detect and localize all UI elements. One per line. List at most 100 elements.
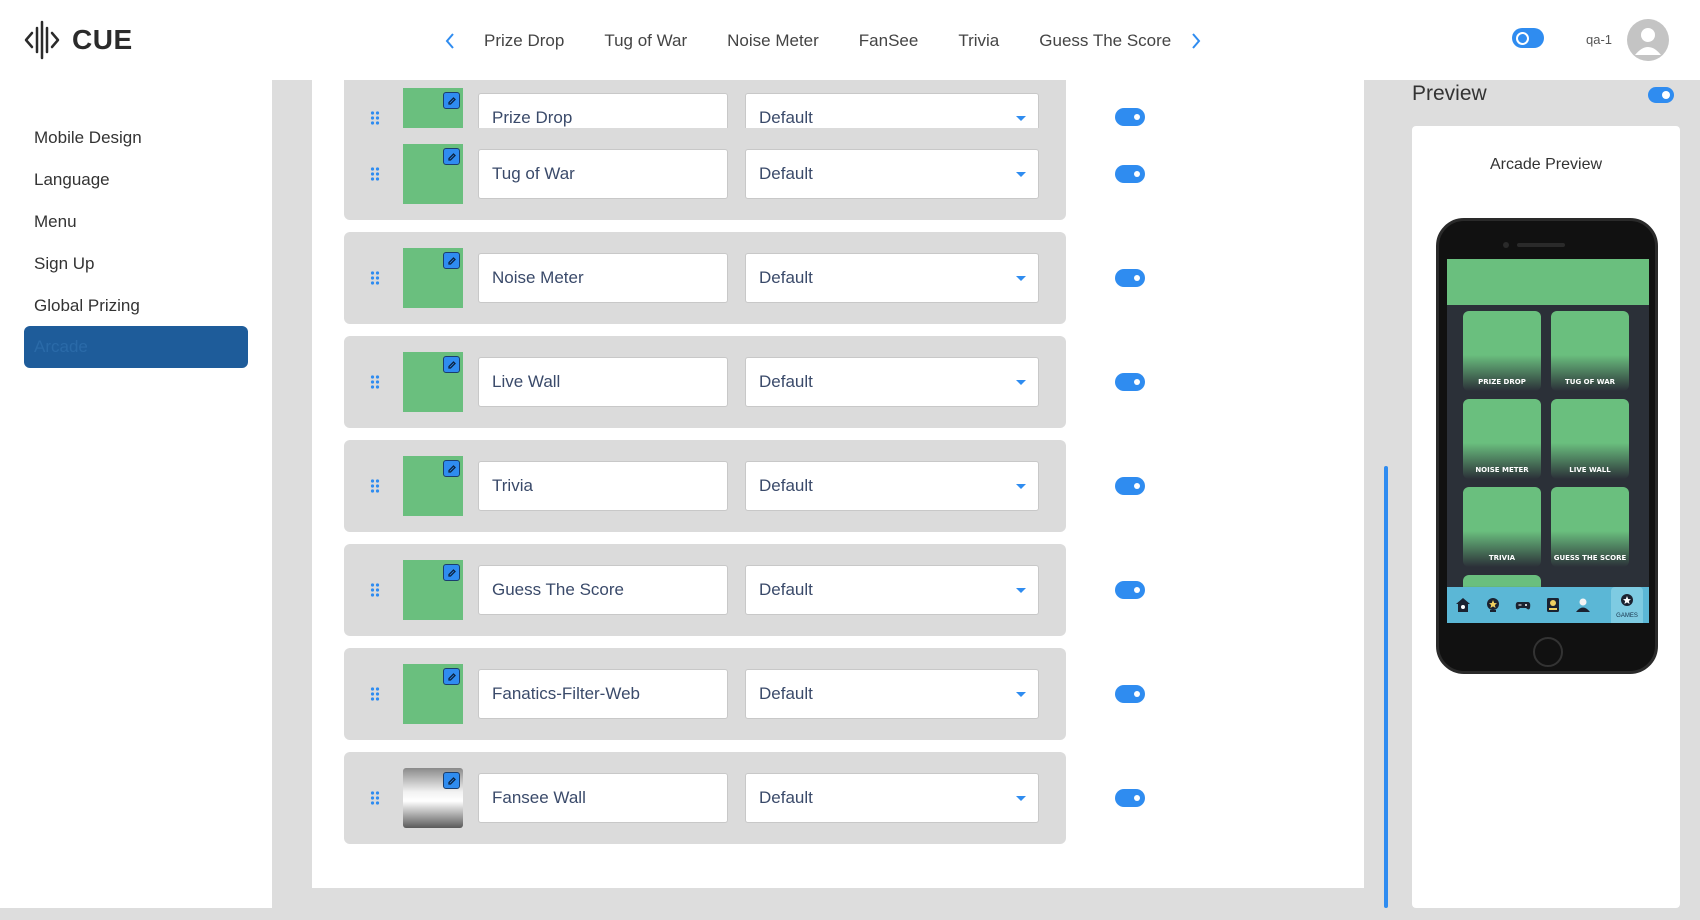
sidebar-item-mobile-design[interactable]: Mobile Design — [24, 117, 248, 159]
game-style-value: Default — [759, 580, 813, 599]
dropdown-caret-icon — [1016, 588, 1026, 593]
drag-handle-icon[interactable] — [370, 686, 380, 702]
avatar[interactable] — [1627, 19, 1669, 61]
sidebar-item-menu[interactable]: Menu — [24, 201, 248, 243]
sun-icon — [1516, 31, 1529, 45]
preview-tile-label: TUG OF WAR — [1564, 378, 1616, 386]
drag-handle-icon[interactable] — [370, 790, 380, 806]
nav-next-button[interactable] — [1182, 24, 1210, 58]
drag-handle-icon[interactable] — [370, 270, 380, 286]
drag-handle-icon[interactable] — [370, 374, 380, 390]
game-style-select[interactable]: Default — [745, 461, 1039, 511]
edit-icon[interactable] — [443, 460, 460, 477]
preview-tile-label: GUESS THE SCORE — [1553, 554, 1627, 562]
nav-tab-trivia[interactable]: Trivia — [938, 24, 1019, 58]
game-row-tug-of-war: Tug of War Default — [344, 128, 1145, 220]
game-style-select[interactable]: Default — [745, 669, 1039, 719]
game-enabled-toggle[interactable] — [1115, 373, 1145, 391]
nav-tab-tug-of-war[interactable]: Tug of War — [584, 24, 707, 58]
games-star-icon — [1621, 594, 1633, 606]
edit-icon[interactable] — [443, 252, 460, 269]
preview-tab-bar: GAMES — [1447, 587, 1649, 623]
dropdown-caret-icon — [1016, 692, 1026, 697]
game-row-trivia: Trivia Default — [344, 440, 1145, 532]
phone-screen: PRIZE DROP TUG OF WAR NOISE METER LIVE W… — [1447, 259, 1649, 623]
nav-prev-button[interactable] — [436, 24, 464, 58]
game-name-input[interactable]: Noise Meter — [478, 253, 728, 303]
game-thumbnail — [403, 352, 463, 412]
drag-handle-icon[interactable] — [370, 478, 380, 494]
game-style-select[interactable]: Default — [745, 773, 1039, 823]
preview-toggle[interactable] — [1648, 87, 1674, 103]
game-name-input[interactable]: Fansee Wall — [478, 773, 728, 823]
game-enabled-toggle[interactable] — [1115, 165, 1145, 183]
game-thumbnail — [403, 248, 463, 308]
phone-mockup: PRIZE DROP TUG OF WAR NOISE METER LIVE W… — [1436, 218, 1658, 674]
game-row-live-wall: Live Wall Default — [344, 336, 1145, 428]
phone-camera — [1503, 242, 1509, 248]
drag-handle-icon[interactable] — [370, 582, 380, 598]
user-name: qa-1 — [1586, 32, 1613, 47]
game-name-input[interactable]: Tug of War — [478, 149, 728, 199]
game-style-select[interactable]: Default — [745, 253, 1039, 303]
drag-handle-icon[interactable] — [370, 166, 380, 182]
sidebar: Mobile Design Language Menu Sign Up Glob… — [0, 80, 272, 908]
sidebar-item-sign-up[interactable]: Sign Up — [24, 243, 248, 285]
phone-home-button — [1533, 637, 1563, 667]
preview-card: Arcade Preview PRIZE DROP TUG OF WAR NOI… — [1412, 126, 1680, 908]
sidebar-item-language[interactable]: Language — [24, 159, 248, 201]
nav-tab-noise-meter[interactable]: Noise Meter — [707, 24, 839, 58]
game-enabled-toggle[interactable] — [1115, 685, 1145, 703]
game-row-guess-the-score: Guess The Score Default — [344, 544, 1145, 636]
edit-icon[interactable] — [443, 668, 460, 685]
preview-tile-label: LIVE WALL — [1569, 466, 1611, 474]
drag-handle-icon[interactable] — [370, 110, 380, 126]
dropdown-caret-icon — [1016, 484, 1026, 489]
preview-tile: TRIVIA — [1463, 487, 1541, 567]
edit-icon[interactable] — [443, 772, 460, 789]
game-style-select[interactable]: Default — [745, 565, 1039, 615]
game-enabled-toggle[interactable] — [1115, 789, 1145, 807]
game-row-noise-meter: Noise Meter Default — [344, 232, 1145, 324]
nav-tab-prize-drop[interactable]: Prize Drop — [464, 24, 584, 58]
game-style-select[interactable]: Default — [745, 149, 1039, 199]
preview-tile: GUESS THE SCORE — [1551, 487, 1629, 567]
theme-toggle[interactable] — [1512, 28, 1544, 48]
game-enabled-toggle[interactable] — [1115, 581, 1145, 599]
game-name-input[interactable]: Fanatics-Filter-Web — [478, 669, 728, 719]
game-style-value: Default — [759, 684, 813, 703]
game-name-input[interactable]: Trivia — [478, 461, 728, 511]
game-enabled-toggle[interactable] — [1115, 269, 1145, 287]
nav-tab-fansee[interactable]: FanSee — [839, 24, 939, 58]
preview-tab-games: GAMES — [1611, 587, 1643, 623]
game-style-value: Default — [759, 788, 813, 807]
preview-tile-label: NOISE METER — [1475, 466, 1529, 474]
game-enabled-toggle[interactable] — [1115, 477, 1145, 495]
game-name-input[interactable]: Guess The Score — [478, 565, 728, 615]
game-row-fansee-wall: Fansee Wall Default — [344, 752, 1145, 844]
dropdown-caret-icon — [1016, 276, 1026, 281]
edit-icon[interactable] — [443, 148, 460, 165]
game-style-select[interactable]: Default — [745, 357, 1039, 407]
dropdown-caret-icon — [1016, 796, 1026, 801]
game-name-input[interactable]: Live Wall — [478, 357, 728, 407]
cue-logo-mark-icon — [24, 20, 60, 60]
main-scrollbar[interactable] — [1384, 466, 1388, 908]
game-thumbnail — [403, 664, 463, 724]
sidebar-item-global-prizing[interactable]: Global Prizing — [24, 285, 248, 327]
cue-logo[interactable]: CUE — [24, 20, 133, 60]
edit-icon[interactable] — [443, 564, 460, 581]
edit-icon[interactable] — [443, 356, 460, 373]
game-style-value: Default — [759, 372, 813, 391]
preview-tile-label: PRIZE DROP — [1478, 378, 1526, 386]
game-enabled-toggle[interactable] — [1115, 108, 1145, 126]
edit-icon[interactable] — [443, 92, 460, 109]
profile-icon — [1576, 598, 1590, 612]
chevron-right-icon — [1192, 33, 1201, 49]
nav-tab-guess-the-score[interactable]: Guess The Score — [1019, 24, 1182, 58]
game-nav: Prize Drop Tug of War Noise Meter FanSee… — [436, 24, 1210, 58]
star-badge-icon — [1487, 598, 1499, 612]
preview-tile: TUG OF WAR — [1551, 311, 1629, 391]
preview-header-banner — [1447, 259, 1649, 305]
sidebar-item-arcade[interactable]: Arcade — [24, 326, 248, 368]
